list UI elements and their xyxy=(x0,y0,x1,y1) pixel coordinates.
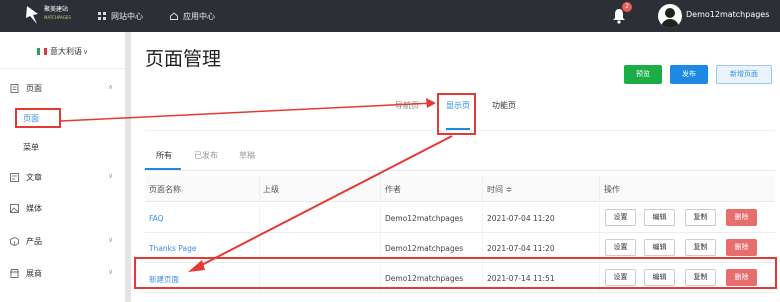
nav-website-center[interactable]: 网站中心 xyxy=(98,0,143,32)
sidebar-subitem-menu[interactable]: 菜单 xyxy=(23,142,39,153)
nav-app-label: 应用中心 xyxy=(183,11,215,21)
tab-navigation-pages[interactable]: 导航页 xyxy=(395,100,419,111)
chevron-down-icon: ∨ xyxy=(108,268,114,276)
column-header-author: 作者 xyxy=(385,185,401,194)
article-icon xyxy=(10,173,19,182)
box-icon xyxy=(10,237,19,246)
settings-button[interactable]: 设置 xyxy=(605,209,636,226)
store-icon xyxy=(10,269,19,278)
page-icon xyxy=(10,84,19,93)
italy-flag-icon xyxy=(37,48,47,55)
language-label: 意大利语 xyxy=(50,47,82,56)
nav-website-label: 网站中心 xyxy=(111,11,143,21)
column-header-actions: 操作 xyxy=(604,185,620,194)
logo[interactable]: 聚美建站 MATCHPAGES xyxy=(24,2,76,30)
settings-button[interactable]: 设置 xyxy=(605,239,636,256)
table-row: FAQ Demo12matchpages 2021-07-04 11:20 设置… xyxy=(145,203,775,233)
sidebar-divider xyxy=(125,32,131,302)
nav-app-center[interactable]: 应用中心 xyxy=(170,0,215,32)
logo-subtext: MATCHPAGES xyxy=(44,15,71,20)
sidebar-item-pages[interactable]: 页面 xyxy=(10,83,42,94)
tab-function-pages[interactable]: 功能页 xyxy=(492,100,516,111)
page-time: 2021-07-04 11:20 xyxy=(487,214,555,223)
arrow-head xyxy=(426,98,436,108)
highlight-box-display-tab xyxy=(437,93,476,135)
image-icon xyxy=(10,204,19,213)
sidebar-item-articles[interactable]: 文章 xyxy=(10,172,42,183)
sidebar-item-label: 展商 xyxy=(26,269,42,278)
subtab-all[interactable]: 所有 xyxy=(156,150,172,161)
subtab-drafts[interactable]: 草稿 xyxy=(239,150,255,161)
chevron-down-icon: ∨ xyxy=(108,236,114,244)
page-author: Demo12matchpages xyxy=(385,214,464,223)
sidebar-item-media[interactable]: 媒体 xyxy=(10,203,42,214)
edit-button[interactable]: 编辑 xyxy=(644,239,675,256)
page-time: 2021-07-04 11:20 xyxy=(487,244,555,253)
sidebar xyxy=(0,32,125,302)
logo-text: 聚美建站 xyxy=(44,6,69,13)
delete-button[interactable]: 删除 xyxy=(726,239,757,256)
chevron-up-icon: ∧ xyxy=(108,83,114,91)
column-header-name: 页面名称 xyxy=(149,185,181,194)
username[interactable]: Demo12matchpages xyxy=(686,10,769,19)
grid-icon xyxy=(98,12,106,20)
subtab-published[interactable]: 已发布 xyxy=(194,150,218,161)
sidebar-item-label: 产品 xyxy=(26,237,42,246)
delete-button[interactable]: 删除 xyxy=(726,209,757,226)
sidebar-item-exhibitors[interactable]: 展商 xyxy=(10,268,42,279)
chevron-down-icon: ∨ xyxy=(108,172,114,180)
avatar[interactable] xyxy=(658,4,682,28)
divider xyxy=(145,170,775,171)
edit-button[interactable]: 编辑 xyxy=(644,209,675,226)
sidebar-item-label: 文章 xyxy=(26,173,42,182)
home-icon xyxy=(170,12,178,20)
page-name-link[interactable]: Thanks Page xyxy=(149,244,196,253)
publish-button[interactable]: 发布 xyxy=(670,65,708,84)
sidebar-item-products[interactable]: 产品 xyxy=(10,236,42,247)
sidebar-item-label: 媒体 xyxy=(26,204,42,213)
highlight-box-new-page-row xyxy=(134,257,777,289)
page-author: Demo12matchpages xyxy=(385,244,464,253)
bird-logo-icon xyxy=(26,6,38,24)
sidebar-item-label: 页面 xyxy=(26,84,42,93)
preview-button[interactable]: 预览 xyxy=(624,65,662,84)
page-name-link[interactable]: FAQ xyxy=(149,214,164,223)
column-header-time[interactable]: 时间 ≑ xyxy=(487,184,512,195)
new-page-button[interactable]: 新增页面 xyxy=(716,65,772,84)
copy-button[interactable]: 复制 xyxy=(685,209,716,226)
page-title: 页面管理 xyxy=(145,48,222,70)
notification-badge: 2 xyxy=(622,2,632,12)
column-header-parent: 上级 xyxy=(263,185,279,194)
table-header: 页面名称 上级 作者 时间 ≑ 操作 xyxy=(145,176,775,202)
divider xyxy=(0,68,125,69)
copy-button[interactable]: 复制 xyxy=(685,239,716,256)
top-bar: 聚美建站 MATCHPAGES 网站中心 应用中心 2 Demo12matchp… xyxy=(0,0,780,32)
language-selector[interactable]: 意大利语 ∨ xyxy=(37,46,88,57)
highlight-box-sidebar-page xyxy=(15,108,61,128)
chevron-down-icon: ∨ xyxy=(83,47,89,56)
